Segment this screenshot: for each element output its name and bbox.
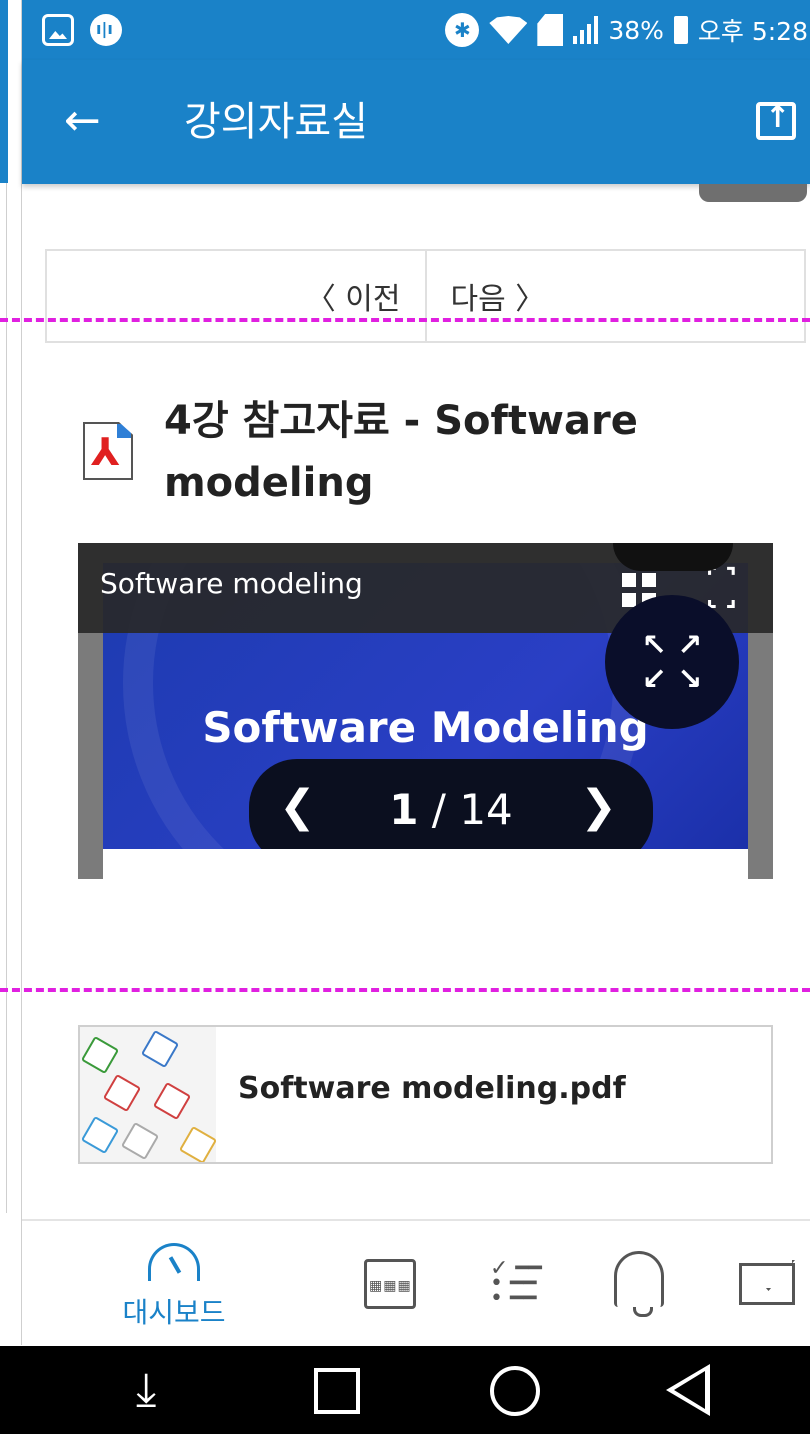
attachment-file-name: Software modeling.pdf (238, 1071, 626, 1106)
upload-icon[interactable] (756, 100, 796, 140)
battery-percent: 38% (608, 15, 664, 45)
app-screen: ✱ 38% 오후 5:28 ← 강의자료실 〈 이전 다음 〉 ⅄ 4강 참고자… (0, 0, 810, 1434)
image-icon (42, 14, 74, 46)
next-button[interactable]: 다음 〉 (427, 251, 805, 341)
home-icon[interactable] (490, 1366, 540, 1416)
bluetooth-icon: ✱ (445, 13, 480, 47)
signal-icon (573, 16, 599, 44)
back-icon[interactable] (666, 1364, 710, 1416)
attachment-card[interactable]: Software modeling.pdf (78, 1025, 773, 1164)
app-bar: ← 강의자료실 (22, 60, 810, 184)
file-thumbnail (80, 1027, 216, 1162)
dashboard-icon (148, 1243, 200, 1281)
bottom-navigation: 대시보드 ✓ ━━• ━━• ━━ (22, 1219, 810, 1346)
wifi-icon (489, 16, 528, 44)
nav-dashboard[interactable]: 대시보드 (122, 1243, 226, 1331)
document-title: 4강 참고자료 - Software modeling (164, 398, 638, 506)
system-navigation-bar: ⤓ (0, 1346, 810, 1434)
dashed-guide-bottom (0, 988, 810, 992)
arrow-left-icon[interactable]: ← (64, 96, 101, 146)
mail-icon[interactable] (739, 1263, 795, 1305)
slide-viewer[interactable]: Software Modeling ❮ 1 / 14 ❯ Software mo… (78, 543, 773, 879)
prev-next-pager: 〈 이전 다음 〉 (45, 249, 806, 343)
expand-icon[interactable]: ↖ ↗ ↙ ↘ (605, 595, 739, 729)
nav-dashboard-label: 대시보드 (122, 1296, 226, 1329)
clock: 오후 5:28 (697, 17, 808, 46)
current-page: 1 (389, 785, 419, 834)
recent-apps-icon[interactable] (314, 1368, 360, 1414)
left-edge-strip (0, 0, 22, 1345)
calendar-icon[interactable] (364, 1259, 416, 1309)
overlay-circle-top (613, 543, 733, 571)
overlay-tab (699, 184, 807, 202)
checklist-icon[interactable]: ✓ ━━ • ━━ • ━━ (490, 1258, 546, 1310)
viewer-title: Software modeling (100, 567, 363, 600)
status-bar: ✱ 38% 오후 5:28 (22, 0, 810, 60)
page-title: 강의자료실 (184, 99, 368, 145)
download-icon[interactable]: ⤓ (136, 1364, 156, 1414)
chevron-right-icon[interactable]: ❯ (580, 781, 617, 832)
sim-icon (537, 14, 564, 46)
dashed-guide-top (0, 318, 810, 322)
pdf-icon: ⅄ (83, 422, 133, 480)
voice-recorder-icon (90, 14, 122, 46)
page-separator: / (418, 785, 460, 834)
bell-icon[interactable] (614, 1251, 664, 1317)
total-pages: 14 (459, 785, 513, 834)
battery-icon (673, 16, 688, 44)
fullscreen-icon[interactable]: ⌜ ⌝ ⌞ ⌟ (706, 565, 737, 609)
prev-button[interactable]: 〈 이전 (47, 251, 427, 341)
